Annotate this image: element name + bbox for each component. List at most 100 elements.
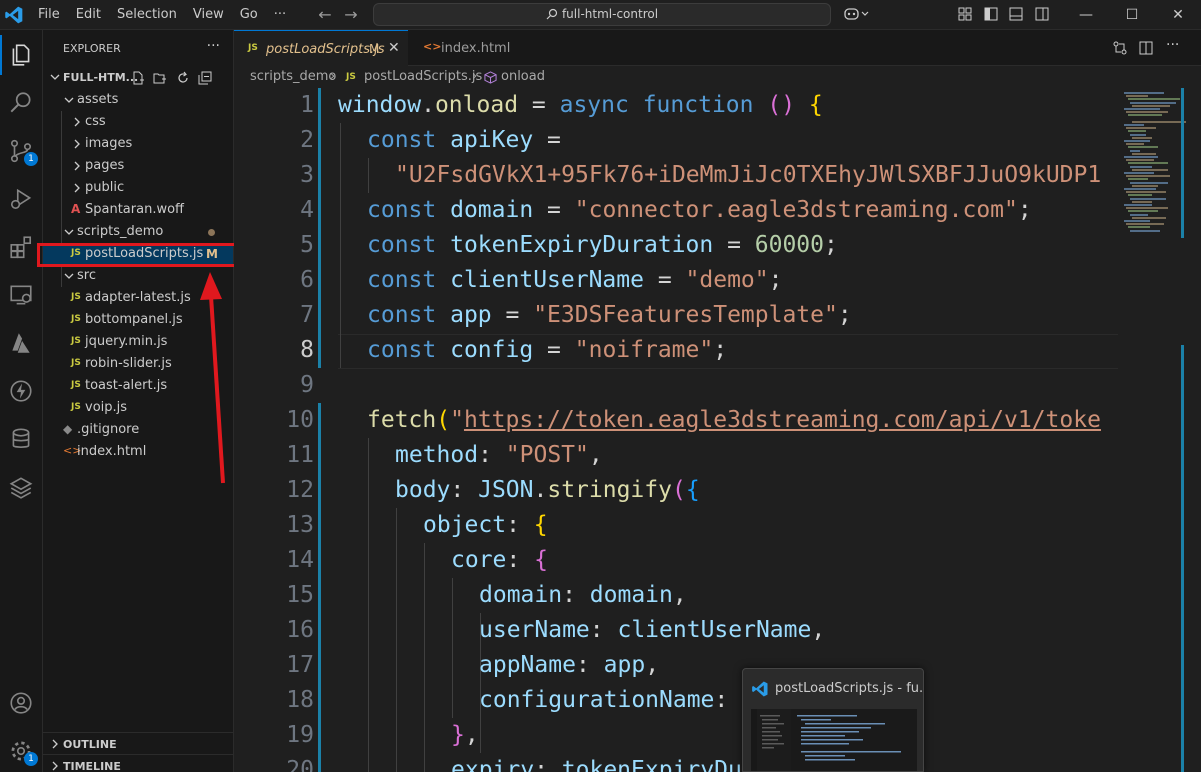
outline-section[interactable]: OUTLINE bbox=[43, 732, 233, 754]
database-icon[interactable] bbox=[6, 424, 36, 454]
line-number: 1 bbox=[300, 92, 314, 118]
line-number: 16 bbox=[286, 617, 314, 643]
line-number: 11 bbox=[286, 442, 314, 468]
menu-go[interactable]: Go bbox=[232, 0, 266, 30]
remote-explorer-icon[interactable] bbox=[6, 280, 36, 310]
chevron-down-icon bbox=[50, 74, 60, 80]
breadcrumb-symbol[interactable]: onload bbox=[501, 69, 545, 84]
code-editor[interactable]: 1 2 3 4 5 6 7 8 9 10 11 12 13 14 15 16 17 18 19 20 window.o… bbox=[234, 88, 1118, 772]
menu-file[interactable]: File bbox=[30, 0, 68, 30]
chevron-right-icon: › bbox=[330, 69, 336, 84]
tree-item-assets[interactable]: assets bbox=[43, 89, 233, 111]
scrollbar-change-marker bbox=[1181, 88, 1184, 238]
line-number: 8 bbox=[300, 337, 314, 363]
js-file-icon: JS bbox=[346, 72, 356, 82]
workspace-folder-header[interactable]: FULL-HTM... bbox=[43, 67, 233, 89]
customize-layout-icon[interactable] bbox=[957, 6, 973, 22]
minimap-line bbox=[1124, 108, 1160, 110]
close-window-button[interactable]: ✕ bbox=[1155, 0, 1201, 30]
minimap[interactable] bbox=[1118, 88, 1201, 772]
run-debug-icon[interactable] bbox=[6, 184, 36, 214]
tree-item-images[interactable]: images bbox=[43, 133, 233, 155]
code-line-16: userName: clientUserName, bbox=[479, 617, 826, 643]
settings-gear-icon[interactable]: 1 bbox=[6, 736, 38, 766]
code-line-14: core: { bbox=[451, 547, 548, 573]
compare-changes-icon[interactable] bbox=[1112, 40, 1128, 56]
tab-postloadscripts[interactable]: JS postLoadScripts.js M ✕ bbox=[234, 30, 408, 66]
breadcrumb-folder[interactable]: scripts_demo bbox=[250, 69, 336, 84]
tab-index-html[interactable]: <> index.html bbox=[409, 30, 529, 66]
minimap-line bbox=[1124, 156, 1158, 158]
js-file-icon: JS bbox=[248, 43, 258, 53]
back-arrow-icon[interactable]: ← bbox=[316, 6, 334, 24]
source-control-icon[interactable]: 1 bbox=[6, 136, 38, 166]
toggle-primary-sidebar-icon[interactable] bbox=[983, 6, 999, 22]
menu-more[interactable]: ··· bbox=[266, 0, 294, 30]
timeline-section[interactable]: TIMELINE bbox=[43, 754, 233, 772]
breadcrumb-file[interactable]: postLoadScripts.js bbox=[364, 69, 482, 84]
toggle-secondary-sidebar-icon[interactable] bbox=[1034, 6, 1050, 22]
maximize-button[interactable]: ☐ bbox=[1109, 0, 1155, 30]
menu-selection[interactable]: Selection bbox=[109, 0, 185, 30]
search-sidebar-icon[interactable] bbox=[6, 88, 36, 118]
settings-badge: 1 bbox=[24, 752, 38, 766]
tree-item-label: images bbox=[85, 136, 133, 151]
activity-bar: 1 1 bbox=[0, 30, 43, 772]
command-center[interactable]: full-html-control bbox=[373, 3, 831, 26]
split-editor-icon[interactable] bbox=[1138, 40, 1154, 56]
toggle-panel-icon[interactable] bbox=[1008, 6, 1024, 22]
vscode-logo-icon[interactable] bbox=[4, 5, 24, 25]
collapse-all-icon[interactable] bbox=[198, 71, 212, 85]
menu-edit[interactable]: Edit bbox=[68, 0, 109, 30]
tree-item-pages[interactable]: pages bbox=[43, 155, 233, 177]
new-folder-icon[interactable] bbox=[153, 71, 167, 85]
minimap-line bbox=[1128, 226, 1150, 229]
forward-arrow-icon[interactable]: → bbox=[342, 6, 360, 24]
title-bar: File Edit Selection View Go ··· ← → full… bbox=[0, 0, 1201, 30]
explorer-icon[interactable] bbox=[0, 35, 36, 75]
chevron-right-icon bbox=[74, 183, 80, 193]
accounts-icon[interactable] bbox=[6, 688, 36, 718]
code-line-4: const domain = "connector.eagle3dstreami… bbox=[367, 197, 1032, 223]
modified-dot-icon bbox=[208, 229, 215, 236]
tree-item-scripts-demo[interactable]: scripts_demo bbox=[43, 221, 233, 243]
menu-view[interactable]: View bbox=[185, 0, 232, 30]
tree-item-label: css bbox=[85, 114, 106, 129]
tab-label: index.html bbox=[441, 41, 511, 56]
layers-icon[interactable] bbox=[6, 472, 36, 502]
code-line-1: window.onload = async function () { bbox=[338, 92, 823, 118]
minimap-line bbox=[1132, 168, 1168, 171]
azure-icon[interactable] bbox=[6, 328, 36, 358]
extensions-icon[interactable] bbox=[6, 232, 36, 262]
new-file-icon[interactable] bbox=[131, 71, 145, 85]
search-icon bbox=[546, 8, 558, 20]
tree-item-spantaran-woff[interactable]: A Spantaran.woff bbox=[43, 199, 233, 221]
tree-item-label: public bbox=[85, 180, 125, 195]
refresh-icon[interactable] bbox=[176, 71, 190, 85]
minimap-line bbox=[1124, 140, 1150, 142]
chevron-right-icon bbox=[74, 139, 80, 149]
more-actions-icon[interactable]: ··· bbox=[1166, 37, 1186, 53]
gutter-modified-marker bbox=[318, 88, 321, 368]
code-line-2: const apiKey = bbox=[367, 127, 561, 153]
taskbar-window-preview[interactable]: postLoadScripts.js - fu... bbox=[742, 668, 924, 772]
indent-guide bbox=[340, 123, 341, 368]
chevron-down-icon bbox=[64, 273, 74, 279]
minimap-line bbox=[1126, 111, 1168, 114]
thunder-icon[interactable] bbox=[6, 376, 36, 406]
close-tab-icon[interactable]: ✕ bbox=[388, 40, 400, 56]
code-line-3: "U2FsdGVkX1+95Fk76+iDeMmJiJc0TXEhyJWlSXB… bbox=[395, 162, 1102, 188]
explorer-more-actions-button[interactable]: ··· bbox=[207, 38, 220, 54]
tree-item-public[interactable]: public bbox=[43, 177, 233, 199]
indent-guide bbox=[368, 158, 369, 193]
minimize-button[interactable]: — bbox=[1063, 0, 1109, 30]
line-number: 2 bbox=[300, 127, 314, 153]
code-line-7: const app = "E3DSFeaturesTemplate"; bbox=[367, 302, 852, 328]
minimap-line bbox=[1126, 95, 1148, 98]
minimap-line bbox=[1128, 178, 1148, 181]
minimap-line bbox=[1124, 124, 1144, 126]
copilot-icon[interactable] bbox=[843, 6, 871, 22]
outline-label: OUTLINE bbox=[63, 738, 117, 751]
tree-item-css[interactable]: css bbox=[43, 111, 233, 133]
vscode-logo-icon bbox=[752, 681, 768, 697]
